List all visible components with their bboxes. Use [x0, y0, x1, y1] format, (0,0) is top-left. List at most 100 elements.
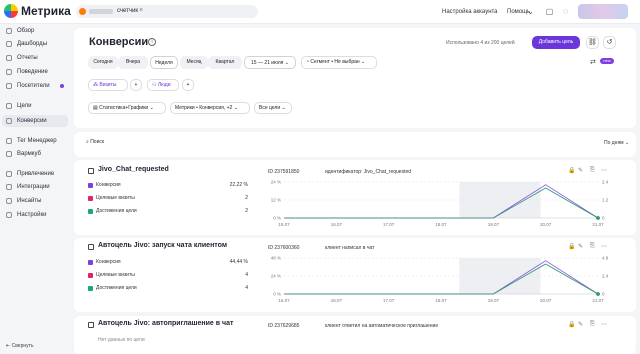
- goal-chart: 0 % 0 24 % 2.4 48 % 4.8 15.07 16.07 17.07 18.07 19…: [271, 256, 609, 304]
- y-tick-label-left: 48 %: [271, 256, 281, 261]
- metric-label: Конверсия: [96, 259, 121, 265]
- view-mode-label: Статистика+Графики: [99, 105, 149, 111]
- metric-value: 44,44 %: [229, 259, 248, 265]
- more-icon[interactable]: ⋯: [601, 321, 607, 328]
- info-icon[interactable]: i: [148, 38, 156, 46]
- sidebar-item-integrations[interactable]: Интеграции: [17, 184, 50, 190]
- compare-icon[interactable]: ⇄: [590, 58, 596, 66]
- lock-icon[interactable]: 🔒: [568, 243, 575, 250]
- search-input[interactable]: ⌕ Поиск: [86, 139, 550, 151]
- plus-icon: +: [186, 82, 190, 88]
- goal-title[interactable]: Jivo_Chat_requested: [98, 166, 169, 173]
- metrics-select[interactable]: Метрики • Конверсия, +2 ⌄: [170, 102, 250, 114]
- period-today[interactable]: Сегодня: [88, 56, 118, 69]
- counter-clear-icon[interactable]: ×: [139, 7, 143, 14]
- metric-value: 4: [245, 272, 248, 278]
- period-month[interactable]: Месяц: [180, 56, 208, 69]
- user-avatar[interactable]: [578, 4, 628, 19]
- sidebar-item-insights[interactable]: Инсайты: [17, 198, 41, 204]
- goal-id: ID 237591850: [268, 169, 300, 175]
- metrika-logo-icon[interactable]: [4, 4, 18, 18]
- behavior-icon: [6, 69, 12, 75]
- group-by-select[interactable]: По дням ⌄: [604, 140, 629, 146]
- y-tick-label-right: 0: [602, 216, 605, 221]
- copy-icon[interactable]: ⎘: [590, 243, 595, 250]
- more-icon[interactable]: ⋯: [601, 167, 607, 174]
- account-settings-link[interactable]: Настройка аккаунта: [442, 9, 498, 15]
- add-goal-button[interactable]: Добавить цель: [532, 36, 580, 49]
- lock-icon[interactable]: 🔒: [568, 321, 575, 328]
- x-tick-label: 16.07: [331, 298, 343, 303]
- series-line: [284, 263, 599, 295]
- edit-icon[interactable]: ✎: [578, 321, 583, 328]
- sidebar-item-tag-manager[interactable]: Тег Менеджер: [17, 138, 57, 144]
- series-line: [284, 260, 599, 295]
- segment-selector[interactable]: ◔ Сегмент • Не выбран ⌄: [301, 56, 377, 69]
- goal-title[interactable]: Автоцель Jivo: запуск чата клиентом: [98, 242, 227, 249]
- warmcube-icon: [6, 151, 12, 157]
- metric-label: Целевые визиты: [96, 195, 135, 201]
- add-people-button[interactable]: +: [182, 79, 194, 91]
- sidebar-item-visitors[interactable]: Посетители: [17, 83, 50, 89]
- sidebar-item-dashboards[interactable]: Дашборды: [17, 41, 47, 47]
- data-point: [596, 216, 600, 220]
- visits-label: Визиты: [99, 82, 117, 88]
- counter-name[interactable]: счетчик: [117, 8, 138, 14]
- sidebar-item-reports[interactable]: Отчеты: [17, 55, 38, 61]
- chat-icon[interactable]: ▢: [545, 7, 554, 16]
- no-data-text: Нет данных по цели: [98, 337, 145, 343]
- collapse-sidebar-button[interactable]: ⇤ Свернуть: [6, 343, 34, 349]
- visits-toggle[interactable]: ⁂ Визиты: [88, 79, 128, 91]
- achievements-checkbox[interactable]: [88, 286, 93, 291]
- x-tick-label: 17.07: [383, 222, 395, 227]
- sidebar-item-acquisition[interactable]: Привлечение: [17, 171, 54, 177]
- chevron-down-icon: ⌄: [624, 140, 630, 146]
- visits-checkbox[interactable]: [88, 196, 93, 201]
- view-mode-select[interactable]: ▤ Статистика+Графики ⌄: [88, 102, 166, 114]
- series-line: [284, 187, 599, 219]
- goal-condition: клиент ответил на автоматическое приглаш…: [325, 323, 439, 329]
- period-week[interactable]: Неделя: [150, 56, 178, 69]
- x-tick-label: 21.07: [592, 298, 604, 303]
- group-by-label: По дням: [604, 140, 624, 146]
- add-visits-button[interactable]: +: [130, 79, 142, 91]
- goal-title[interactable]: Автоцель Jivo: автоприглашение в чат: [98, 320, 233, 327]
- sidebar-item-behavior[interactable]: Поведение: [17, 69, 48, 75]
- copy-icon[interactable]: ⎘: [590, 321, 595, 328]
- sidebar-item-warmcube[interactable]: Вармкуб: [17, 151, 41, 157]
- notifications-icon[interactable]: ◌: [561, 7, 570, 16]
- sidebar-item-goals[interactable]: Цели: [17, 103, 31, 109]
- chevron-down-icon[interactable]: ⌄: [526, 7, 535, 16]
- more-icon[interactable]: ⋯: [601, 243, 607, 250]
- app-title[interactable]: Метрика: [21, 4, 71, 18]
- x-tick-label: 17.07: [383, 298, 395, 303]
- chevron-down-icon: ⌄: [284, 60, 289, 66]
- copy-icon[interactable]: ⎘: [590, 167, 595, 174]
- edit-icon[interactable]: ✎: [578, 167, 583, 174]
- y-tick-label-right: 0: [602, 292, 605, 297]
- visits-checkbox[interactable]: [88, 273, 93, 278]
- edit-icon[interactable]: ✎: [578, 243, 583, 250]
- period-quarter[interactable]: Квартал: [208, 56, 242, 69]
- people-toggle[interactable]: ⚇ Люди: [147, 79, 179, 91]
- conversions-icon: [6, 118, 12, 124]
- y-tick-label-left: 24 %: [271, 180, 281, 185]
- sidebar-item-conversions[interactable]: Конверсии: [17, 118, 47, 124]
- sidebar-item-overview[interactable]: Обзор: [17, 28, 34, 34]
- conversion-checkbox[interactable]: [88, 183, 93, 188]
- y-tick-label-left: 24 %: [271, 274, 281, 279]
- period-yesterday[interactable]: Вчера: [118, 56, 148, 69]
- history-icon[interactable]: ↺: [603, 36, 616, 49]
- goals-filter-select[interactable]: Все цели ⌄: [254, 102, 292, 114]
- metric-label: Конверсия: [96, 182, 121, 188]
- achievements-checkbox[interactable]: [88, 209, 93, 214]
- metric-value: 2: [245, 208, 248, 214]
- sidebar-item-settings[interactable]: Настройки: [17, 212, 46, 218]
- lock-icon[interactable]: 🔒: [568, 167, 575, 174]
- metric-value: 2: [245, 195, 248, 201]
- x-tick-label: 19.07: [488, 222, 500, 227]
- conversion-checkbox[interactable]: [88, 260, 93, 265]
- link-icon[interactable]: ⛓: [586, 36, 599, 49]
- date-range-picker[interactable]: 15 — 21 июля ⌄: [244, 56, 296, 69]
- insights-icon: [6, 198, 12, 204]
